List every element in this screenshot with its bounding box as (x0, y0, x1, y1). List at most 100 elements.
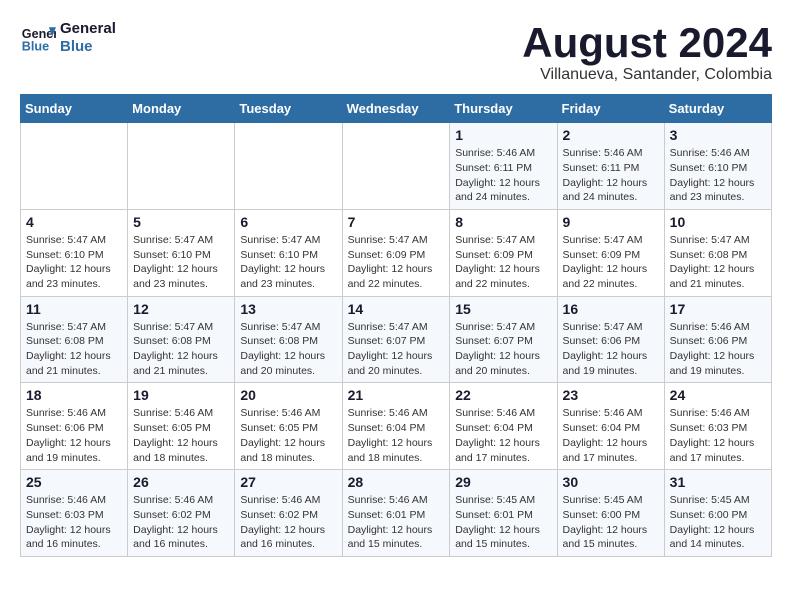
day-number: 4 (26, 214, 122, 230)
calendar-cell: 4 Sunrise: 5:47 AM Sunset: 6:10 PM Daylig… (21, 209, 128, 296)
day-number: 6 (240, 214, 336, 230)
day-header-friday: Friday (557, 95, 664, 123)
day-number: 28 (348, 474, 445, 490)
page-header: General Blue General Blue August 2024 Vi… (20, 20, 772, 84)
day-info: Sunrise: 5:47 AM Sunset: 6:08 PM Dayligh… (26, 320, 122, 379)
calendar-cell: 12Sunrise: 5:47 AM Sunset: 6:08 PM Dayli… (128, 296, 235, 383)
day-info: Sunrise: 5:46 AM Sunset: 6:04 PM Dayligh… (563, 406, 659, 465)
day-info: Sunrise: 5:47 AM Sunset: 6:10 PM Dayligh… (26, 233, 122, 292)
day-number: 13 (240, 301, 336, 317)
calendar-cell: 29 Sunrise: 5:45 AM Sunset: 6:01 PM Dayli… (450, 470, 557, 557)
month-year-title: August 2024 (522, 20, 772, 66)
day-header-monday: Monday (128, 95, 235, 123)
calendar-cell: 28 Sunrise: 5:46 AM Sunset: 6:01 PM Dayli… (342, 470, 450, 557)
calendar-cell: 6 Sunrise: 5:47 AM Sunset: 6:10 PM Daylig… (235, 209, 342, 296)
day-number: 24 (670, 387, 766, 403)
day-number: 26 (133, 474, 229, 490)
calendar-cell: 1 Sunrise: 5:46 AM Sunset: 6:11 PM Daylig… (450, 123, 557, 210)
calendar-cell: 21Sunrise: 5:46 AM Sunset: 6:04 PM Dayli… (342, 383, 450, 470)
day-info: Sunrise: 5:46 AM Sunset: 6:05 PM Dayligh… (133, 406, 229, 465)
day-number: 17 (670, 301, 766, 317)
day-info: Sunrise: 5:46 AM Sunset: 6:01 PM Dayligh… (348, 493, 445, 552)
day-info: Sunrise: 5:47 AM Sunset: 6:08 PM Dayligh… (133, 320, 229, 379)
day-info: Sunrise: 5:45 AM Sunset: 6:00 PM Dayligh… (670, 493, 766, 552)
calendar-cell: 15Sunrise: 5:47 AM Sunset: 6:07 PM Dayli… (450, 296, 557, 383)
day-number: 7 (348, 214, 445, 230)
day-info: Sunrise: 5:46 AM Sunset: 6:11 PM Dayligh… (563, 146, 659, 205)
calendar-cell: 7 Sunrise: 5:47 AM Sunset: 6:09 PM Daylig… (342, 209, 450, 296)
calendar-cell: 10 Sunrise: 5:47 AM Sunset: 6:08 PM Dayli… (664, 209, 771, 296)
day-header-wednesday: Wednesday (342, 95, 450, 123)
logo-general: General (60, 20, 116, 38)
title-block: August 2024 Villanueva, Santander, Colom… (522, 20, 772, 84)
week-row-4: 18 Sunrise: 5:46 AM Sunset: 6:06 PM Dayli… (21, 383, 772, 470)
calendar-cell (342, 123, 450, 210)
calendar-cell: 3 Sunrise: 5:46 AM Sunset: 6:10 PM Daylig… (664, 123, 771, 210)
week-row-1: 1 Sunrise: 5:46 AM Sunset: 6:11 PM Daylig… (21, 123, 772, 210)
day-number: 2 (563, 127, 659, 143)
day-info: Sunrise: 5:46 AM Sunset: 6:03 PM Dayligh… (670, 406, 766, 465)
day-header-saturday: Saturday (664, 95, 771, 123)
calendar-cell: 9Sunrise: 5:47 AM Sunset: 6:09 PM Daylig… (557, 209, 664, 296)
calendar-cell: 19Sunrise: 5:46 AM Sunset: 6:05 PM Dayli… (128, 383, 235, 470)
day-info: Sunrise: 5:46 AM Sunset: 6:02 PM Dayligh… (240, 493, 336, 552)
calendar-cell: 31Sunrise: 5:45 AM Sunset: 6:00 PM Dayli… (664, 470, 771, 557)
day-number: 1 (455, 127, 551, 143)
calendar-cell: 25Sunrise: 5:46 AM Sunset: 6:03 PM Dayli… (21, 470, 128, 557)
calendar-cell: 26 Sunrise: 5:46 AM Sunset: 6:02 PM Dayli… (128, 470, 235, 557)
day-info: Sunrise: 5:47 AM Sunset: 6:09 PM Dayligh… (563, 233, 659, 292)
day-info: Sunrise: 5:45 AM Sunset: 6:00 PM Dayligh… (563, 493, 659, 552)
day-info: Sunrise: 5:47 AM Sunset: 6:09 PM Dayligh… (348, 233, 445, 292)
day-info: Sunrise: 5:47 AM Sunset: 6:07 PM Dayligh… (348, 320, 445, 379)
calendar-cell: 22Sunrise: 5:46 AM Sunset: 6:04 PM Dayli… (450, 383, 557, 470)
day-number: 16 (563, 301, 659, 317)
days-header-row: SundayMondayTuesdayWednesdayThursdayFrid… (21, 95, 772, 123)
calendar-cell (21, 123, 128, 210)
calendar-cell: 24 Sunrise: 5:46 AM Sunset: 6:03 PM Dayli… (664, 383, 771, 470)
calendar-cell (128, 123, 235, 210)
day-info: Sunrise: 5:46 AM Sunset: 6:06 PM Dayligh… (26, 406, 122, 465)
day-info: Sunrise: 5:47 AM Sunset: 6:06 PM Dayligh… (563, 320, 659, 379)
day-info: Sunrise: 5:46 AM Sunset: 6:05 PM Dayligh… (240, 406, 336, 465)
day-info: Sunrise: 5:46 AM Sunset: 6:02 PM Dayligh… (133, 493, 229, 552)
calendar-cell: 8Sunrise: 5:47 AM Sunset: 6:09 PM Daylig… (450, 209, 557, 296)
day-number: 25 (26, 474, 122, 490)
calendar-cell: 13 Sunrise: 5:47 AM Sunset: 6:08 PM Dayli… (235, 296, 342, 383)
day-number: 21 (348, 387, 445, 403)
day-info: Sunrise: 5:45 AM Sunset: 6:01 PM Dayligh… (455, 493, 551, 552)
calendar-cell: 27 Sunrise: 5:46 AM Sunset: 6:02 PM Dayli… (235, 470, 342, 557)
calendar-cell: 18 Sunrise: 5:46 AM Sunset: 6:06 PM Dayli… (21, 383, 128, 470)
day-info: Sunrise: 5:47 AM Sunset: 6:08 PM Dayligh… (670, 233, 766, 292)
day-info: Sunrise: 5:47 AM Sunset: 6:07 PM Dayligh… (455, 320, 551, 379)
calendar-cell: 17Sunrise: 5:46 AM Sunset: 6:06 PM Dayli… (664, 296, 771, 383)
day-number: 5 (133, 214, 229, 230)
svg-text:Blue: Blue (22, 40, 49, 54)
day-number: 27 (240, 474, 336, 490)
day-info: Sunrise: 5:46 AM Sunset: 6:11 PM Dayligh… (455, 146, 551, 205)
location-subtitle: Villanueva, Santander, Colombia (522, 66, 772, 84)
day-number: 14 (348, 301, 445, 317)
day-info: Sunrise: 5:47 AM Sunset: 6:10 PM Dayligh… (240, 233, 336, 292)
day-info: Sunrise: 5:46 AM Sunset: 6:10 PM Dayligh… (670, 146, 766, 205)
week-row-3: 11Sunrise: 5:47 AM Sunset: 6:08 PM Dayli… (21, 296, 772, 383)
day-number: 20 (240, 387, 336, 403)
logo: General Blue General Blue (20, 20, 116, 56)
day-number: 29 (455, 474, 551, 490)
day-info: Sunrise: 5:47 AM Sunset: 6:08 PM Dayligh… (240, 320, 336, 379)
calendar-cell: 14 Sunrise: 5:47 AM Sunset: 6:07 PM Dayli… (342, 296, 450, 383)
day-number: 18 (26, 387, 122, 403)
day-number: 10 (670, 214, 766, 230)
day-header-thursday: Thursday (450, 95, 557, 123)
day-number: 30 (563, 474, 659, 490)
day-header-tuesday: Tuesday (235, 95, 342, 123)
logo-icon: General Blue (20, 20, 56, 56)
calendar-cell: 5Sunrise: 5:47 AM Sunset: 6:10 PM Daylig… (128, 209, 235, 296)
day-number: 3 (670, 127, 766, 143)
calendar-table: SundayMondayTuesdayWednesdayThursdayFrid… (20, 94, 772, 557)
logo-blue: Blue (60, 38, 116, 56)
calendar-cell: 2 Sunrise: 5:46 AM Sunset: 6:11 PM Daylig… (557, 123, 664, 210)
calendar-cell: 20 Sunrise: 5:46 AM Sunset: 6:05 PM Dayli… (235, 383, 342, 470)
day-info: Sunrise: 5:47 AM Sunset: 6:09 PM Dayligh… (455, 233, 551, 292)
day-number: 22 (455, 387, 551, 403)
week-row-2: 4 Sunrise: 5:47 AM Sunset: 6:10 PM Daylig… (21, 209, 772, 296)
